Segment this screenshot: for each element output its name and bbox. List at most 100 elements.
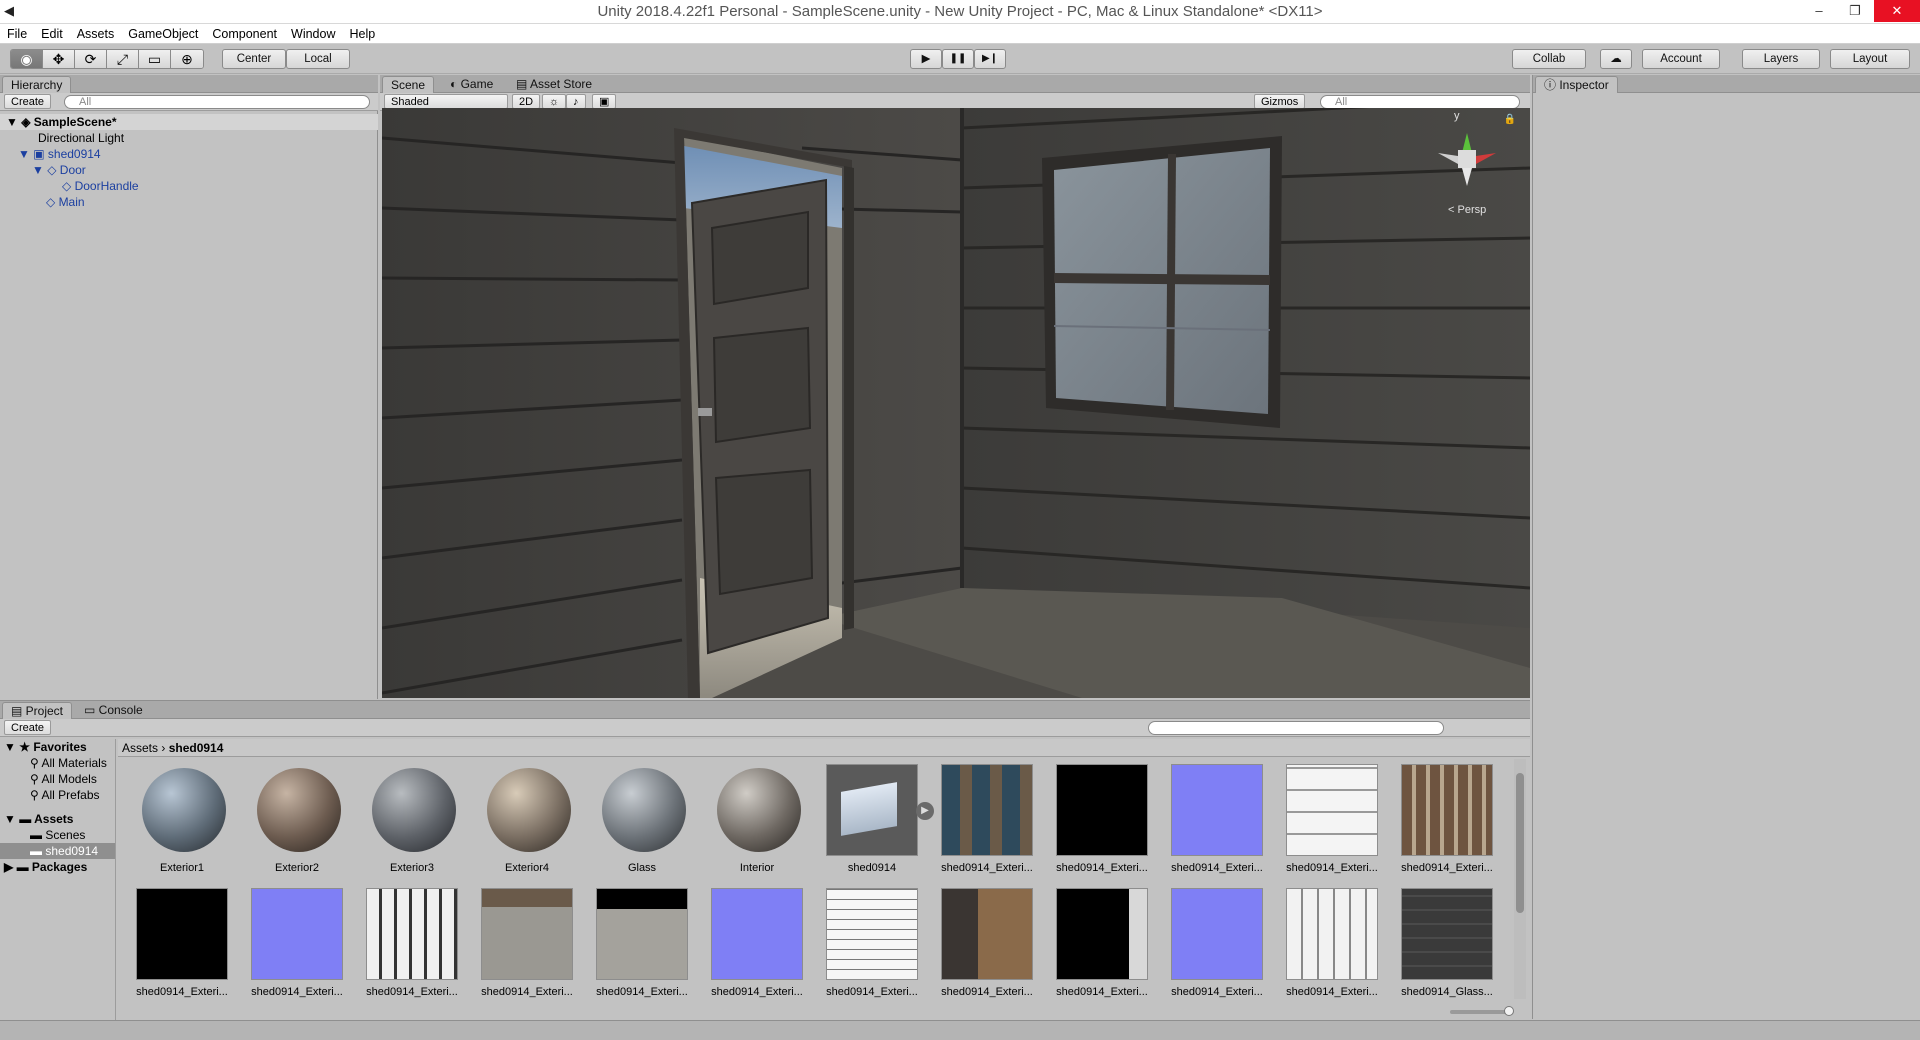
- menu-file[interactable]: File: [0, 24, 34, 44]
- layers-dropdown[interactable]: Layers: [1742, 49, 1820, 69]
- rotate-tool-icon[interactable]: ⟳: [75, 50, 107, 68]
- asset-item[interactable]: Exterior4: [465, 760, 575, 880]
- pivot-center-button[interactable]: Center: [222, 49, 286, 69]
- asset-item[interactable]: shed0914_Exteri...: [350, 884, 460, 1004]
- restore-button[interactable]: ❐: [1840, 0, 1870, 22]
- menu-bar: File Edit Assets GameObject Component Window H…: [0, 24, 1920, 44]
- hierarchy-item-label: Door: [59, 163, 86, 177]
- play-button[interactable]: ▶: [910, 49, 942, 69]
- asset-item[interactable]: shed0914_Exteri...: [580, 884, 690, 1004]
- layout-dropdown[interactable]: Layout: [1830, 49, 1910, 69]
- asset-label: shed0914_Exteri...: [136, 986, 228, 998]
- hierarchy-item-main[interactable]: ◇ Main: [0, 194, 378, 210]
- tab-inspector[interactable]: ⓘ Inspector: [1535, 76, 1618, 93]
- projection-toggle[interactable]: < Persp: [1448, 204, 1486, 216]
- asset-item[interactable]: shed0914_Exteri...: [465, 884, 575, 1004]
- effects-dropdown-icon[interactable]: ▣: [592, 94, 617, 109]
- asset-item[interactable]: shed0914_Exteri...: [1270, 760, 1380, 880]
- asset-item[interactable]: shed0914_Exteri...: [695, 884, 805, 1004]
- asset-item[interactable]: Glass: [580, 760, 690, 880]
- asset-item[interactable]: shed0914_Exteri...: [1270, 884, 1380, 1004]
- asset-item[interactable]: shed0914_Exteri...: [1155, 760, 1265, 880]
- asset-item[interactable]: shed0914_Exteri...: [810, 884, 920, 1004]
- scene-search-input[interactable]: All: [1320, 95, 1520, 109]
- asset-item[interactable]: Exterior3: [350, 760, 460, 880]
- close-button[interactable]: ✕: [1874, 0, 1920, 22]
- breadcrumb: Assets › shed0914: [118, 739, 1530, 757]
- asset-item[interactable]: shed0914_Exteri...: [925, 760, 1035, 880]
- hierarchy-item-doorhandle[interactable]: ◇ DoorHandle: [0, 178, 378, 194]
- asset-item[interactable]: shed0914_Exteri...: [1040, 760, 1150, 880]
- account-dropdown[interactable]: Account: [1642, 49, 1720, 69]
- transform-tool-icon[interactable]: ⊕: [171, 50, 203, 68]
- asset-item[interactable]: shed0914_Exteri...: [235, 884, 345, 1004]
- shading-mode-dropdown[interactable]: Shaded: [384, 94, 508, 109]
- hierarchy-item-door[interactable]: ▼ ◇ Door: [0, 162, 378, 178]
- hierarchy-tab-row: Hierarchy: [0, 75, 378, 93]
- favorites-folder[interactable]: ▼ ★ Favorites: [0, 739, 115, 755]
- rect-tool-icon[interactable]: ▭: [139, 50, 171, 68]
- asset-item[interactable]: shed0914_Glass...: [1385, 884, 1495, 1004]
- menu-edit[interactable]: Edit: [34, 24, 70, 44]
- menu-assets[interactable]: Assets: [70, 24, 122, 44]
- scene-root[interactable]: ▼ ◈ SampleScene*: [0, 114, 378, 130]
- favorite-all-models[interactable]: ⚲ All Models: [0, 771, 115, 787]
- project-create-button[interactable]: Create: [4, 720, 52, 735]
- 2d-toggle[interactable]: 2D: [512, 94, 541, 109]
- thumbnail-size-slider[interactable]: [1450, 1006, 1514, 1016]
- lighting-toggle-icon[interactable]: ☼: [542, 94, 567, 109]
- breadcrumb-assets[interactable]: Assets: [122, 741, 158, 755]
- assets-folder[interactable]: ▼ ▬ Assets: [0, 811, 115, 827]
- menu-gameobject[interactable]: GameObject: [121, 24, 205, 44]
- asset-item[interactable]: Interior: [695, 760, 805, 880]
- asset-label: Interior: [739, 862, 775, 874]
- breadcrumb-shed0914[interactable]: shed0914: [169, 741, 224, 755]
- asset-item[interactable]: shed0914_Exteri...: [1385, 760, 1495, 880]
- hierarchy-search-input[interactable]: All: [64, 95, 370, 109]
- folder-shed0914[interactable]: ▬ shed0914: [0, 843, 115, 859]
- scale-tool-icon[interactable]: ⤢: [107, 50, 139, 68]
- minimize-button[interactable]: –: [1804, 0, 1834, 22]
- move-tool-icon[interactable]: ✥: [43, 50, 75, 68]
- asset-item[interactable]: shed0914_Exteri...: [1040, 884, 1150, 1004]
- asset-item[interactable]: ▶ shed0914: [810, 760, 934, 880]
- step-button[interactable]: ▶❙: [974, 49, 1006, 69]
- tab-inspector-label: Inspector: [1559, 78, 1609, 92]
- packages-label: Packages: [31, 860, 88, 874]
- view-tool-icon[interactable]: ◉: [11, 50, 43, 68]
- asset-item[interactable]: shed0914_Exteri...: [1155, 884, 1265, 1004]
- scene-viewport[interactable]: 🔒 y < Persp: [382, 108, 1530, 698]
- folder-scenes[interactable]: ▬ Scenes: [0, 827, 115, 843]
- tab-scene[interactable]: Scene: [382, 76, 435, 93]
- audio-toggle-icon[interactable]: ♪: [566, 94, 586, 109]
- tab-game[interactable]: ◐ Game: [442, 76, 501, 93]
- asset-item[interactable]: shed0914_Exteri...: [925, 884, 1035, 1004]
- gizmos-dropdown[interactable]: Gizmos: [1254, 94, 1306, 109]
- menu-window[interactable]: Window: [284, 24, 342, 44]
- tab-asset-store[interactable]: ▤ Asset Store: [508, 76, 600, 93]
- pause-button[interactable]: ❚❚: [942, 49, 974, 69]
- hierarchy-create-button[interactable]: Create: [4, 94, 52, 109]
- hierarchy-item-label: DoorHandle: [74, 179, 139, 193]
- texture-thumbnail: [1056, 764, 1148, 856]
- project-search-input[interactable]: [1148, 721, 1444, 735]
- favorite-all-prefabs[interactable]: ⚲ All Prefabs: [0, 787, 115, 803]
- tab-project[interactable]: ▤ Project: [2, 702, 73, 719]
- hierarchy-item-shed[interactable]: ▼ ▣ shed0914: [0, 146, 378, 162]
- asset-item[interactable]: Exterior1: [120, 760, 230, 880]
- asset-item[interactable]: shed0914_Exteri...: [120, 884, 230, 1004]
- menu-component[interactable]: Component: [205, 24, 284, 44]
- cloud-icon[interactable]: ☁: [1600, 49, 1632, 69]
- menu-help[interactable]: Help: [342, 24, 382, 44]
- hierarchy-item-directional-light[interactable]: Directional Light: [0, 130, 378, 146]
- asset-item[interactable]: Exterior2: [235, 760, 345, 880]
- favorite-all-materials[interactable]: ⚲ All Materials: [0, 755, 115, 771]
- scene-tab-row: Scene ◐ Game ▤ Asset Store: [380, 75, 1530, 93]
- gizmo-lock-icon[interactable]: 🔒: [1504, 114, 1516, 125]
- packages-folder[interactable]: ▶ ▬ Packages: [0, 859, 115, 875]
- pivot-local-button[interactable]: Local: [286, 49, 350, 69]
- collab-dropdown[interactable]: Collab: [1512, 49, 1586, 69]
- texture-thumbnail: [1056, 888, 1148, 980]
- tab-hierarchy[interactable]: Hierarchy: [2, 76, 72, 93]
- tab-console[interactable]: ▭ Console: [76, 702, 151, 719]
